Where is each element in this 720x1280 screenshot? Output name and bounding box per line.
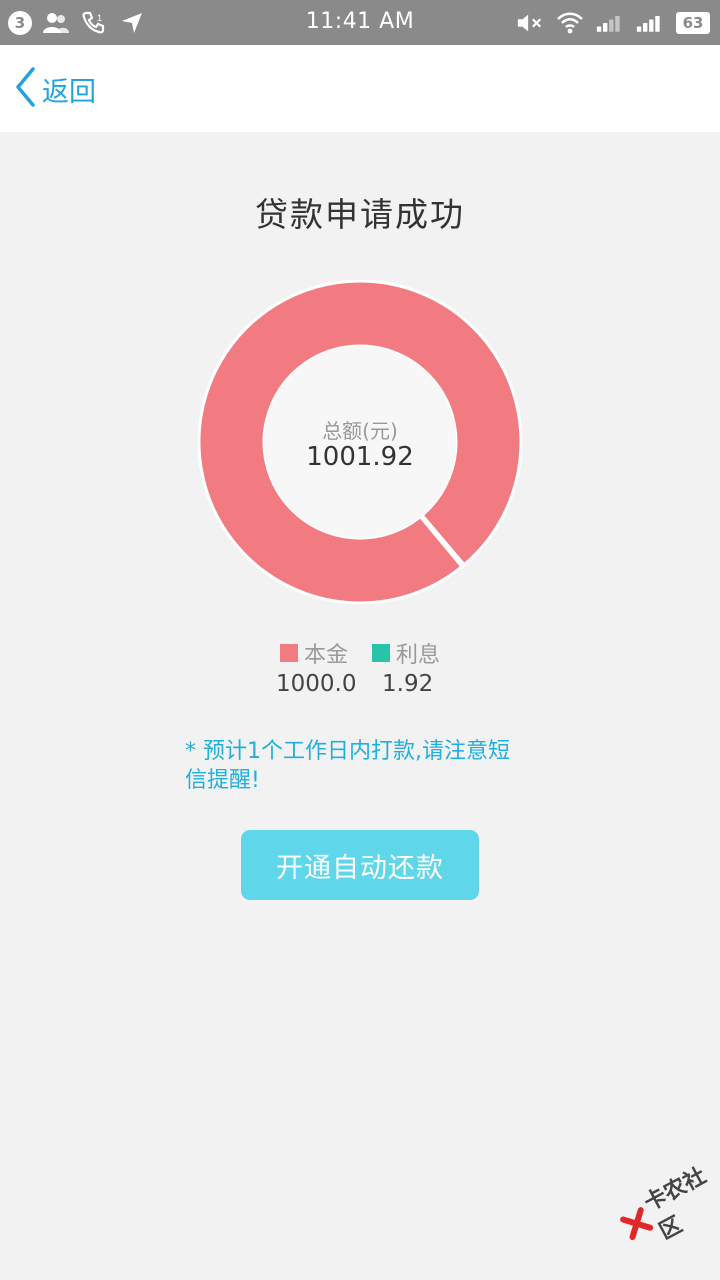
legend-label-principal: 本金: [304, 643, 349, 668]
chart-legend: 本金 利息: [280, 637, 440, 669]
donut-center-label: 总额(元): [322, 419, 398, 443]
signal-icon: [596, 9, 624, 37]
legend-label-interest: 利息: [396, 643, 441, 668]
legend-swatch-interest: [372, 644, 391, 662]
legend-swatch-principal: [280, 644, 298, 662]
page-title: 贷款申请成功: [255, 195, 465, 234]
nav-bar: 返回: [0, 45, 720, 132]
back-button[interactable]: 返回: [14, 67, 96, 111]
wifi-icon: [556, 9, 584, 37]
status-bar-right: 63: [516, 8, 710, 38]
disbursement-notice: * 预计1个工作日内打款,请注意短信提醒!: [185, 739, 510, 793]
signal-icon: [636, 9, 664, 37]
status-bar: 3 1 11:41 AM 63: [0, 0, 720, 45]
legend-value-interest: 1.92: [382, 671, 434, 697]
legend-item-interest: 利息: [372, 637, 440, 669]
enable-auto-repay-button[interactable]: 开通自动还款: [241, 830, 479, 900]
back-label: 返回: [42, 76, 96, 108]
legend-value-principal: 1000.0: [276, 671, 357, 697]
mute-icon: [516, 9, 544, 37]
donut-center-value: 1001.92: [306, 442, 414, 472]
battery-indicator: 63: [676, 12, 710, 34]
watermark: 卡农社区: [612, 1154, 720, 1258]
legend-item-principal: 本金: [280, 637, 348, 669]
chevron-left-icon: [14, 67, 36, 111]
